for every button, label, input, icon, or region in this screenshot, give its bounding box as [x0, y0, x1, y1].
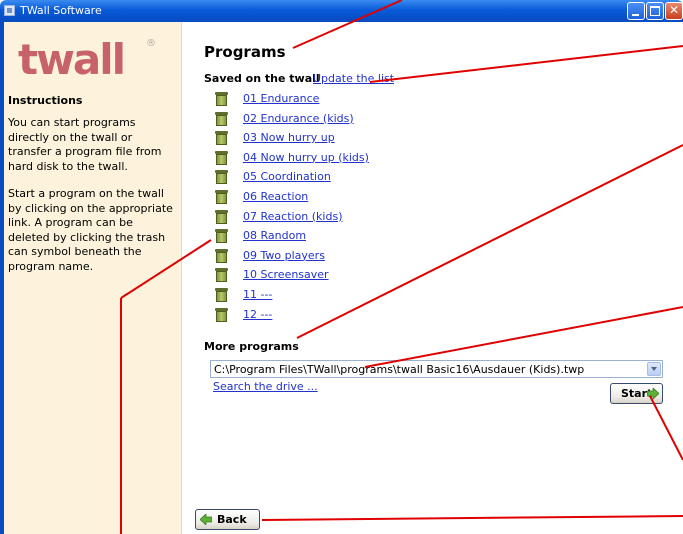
- program-link[interactable]: 02 Endurance (kids): [243, 112, 354, 125]
- instructions-paragraph-2: Start a program on the twall by clicking…: [8, 187, 173, 273]
- trash-icon[interactable]: [215, 229, 228, 244]
- trash-icon[interactable]: [215, 248, 228, 263]
- annotation-line: [649, 395, 683, 461]
- trash-icon[interactable]: [215, 92, 228, 106]
- instructions-title: Instructions: [8, 94, 83, 107]
- trash-icon[interactable]: [215, 150, 228, 165]
- trash-icon[interactable]: [215, 307, 228, 322]
- minimize-button[interactable]: [627, 2, 645, 20]
- window-title: TWall Software: [20, 4, 102, 17]
- trash-icon[interactable]: [215, 189, 228, 204]
- instructions-panel: twall ® Instructions You can start progr…: [4, 22, 182, 534]
- program-link[interactable]: 11 ---: [243, 288, 272, 301]
- page-title: Programs: [204, 43, 286, 61]
- trash-icon[interactable]: [215, 209, 228, 224]
- arrow-right-icon: [647, 388, 659, 399]
- annotation-line: [369, 45, 683, 83]
- close-button[interactable]: [665, 2, 683, 20]
- program-link[interactable]: 09 Two players: [243, 249, 325, 262]
- trash-icon[interactable]: [215, 268, 228, 283]
- app-icon: [4, 5, 15, 16]
- saved-programs-label: Saved on the twall: [204, 72, 320, 85]
- program-link[interactable]: 10 Screensaver: [243, 268, 329, 281]
- back-button[interactable]: Back: [195, 509, 260, 530]
- program-file-select[interactable]: C:\Program Files\TWall\programs\twall Ba…: [210, 360, 663, 378]
- window-title-bar[interactable]: TWall Software: [0, 0, 683, 22]
- chevron-down-icon[interactable]: [647, 362, 661, 376]
- search-drive-link[interactable]: Search the drive ...: [213, 380, 318, 393]
- update-list-link[interactable]: Update the list: [313, 72, 394, 85]
- maximize-button[interactable]: [646, 2, 664, 20]
- program-link[interactable]: 06 Reaction: [243, 190, 308, 203]
- program-link[interactable]: 07 Reaction (kids): [243, 210, 343, 223]
- program-link[interactable]: 03 Now hurry up: [243, 131, 335, 144]
- annotation-line: [364, 306, 683, 368]
- program-link[interactable]: 04 Now hurry up (kids): [243, 151, 369, 164]
- trash-icon[interactable]: [215, 131, 228, 146]
- program-link[interactable]: 05 Coordination: [243, 170, 331, 183]
- program-link[interactable]: 08 Random: [243, 229, 306, 242]
- program-link[interactable]: 12 ---: [243, 308, 272, 321]
- back-button-label: Back: [217, 513, 247, 526]
- annotation-line: [296, 144, 683, 339]
- annotation-line: [261, 515, 683, 521]
- arrow-left-icon: [200, 514, 212, 525]
- instructions-paragraph-1: You can start programs directly on the t…: [8, 116, 162, 173]
- twall-logo: twall ®: [18, 35, 156, 84]
- selected-file-path: C:\Program Files\TWall\programs\twall Ba…: [214, 363, 585, 376]
- more-programs-label: More programs: [204, 340, 299, 353]
- trash-icon[interactable]: [215, 287, 228, 302]
- trash-icon[interactable]: [215, 170, 228, 185]
- start-button[interactable]: Start: [610, 383, 663, 404]
- program-link[interactable]: 01 Endurance: [243, 92, 319, 105]
- trash-icon[interactable]: [215, 111, 228, 126]
